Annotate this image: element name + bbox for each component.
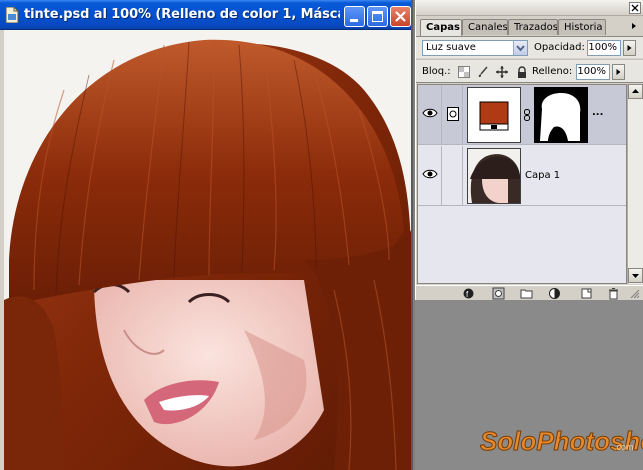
lock-move-icon[interactable] (496, 66, 508, 78)
layer-link-cell[interactable] (443, 85, 463, 145)
close-icon (631, 4, 639, 12)
layer-row-capa-1[interactable]: Capa 1 (418, 146, 626, 206)
fill-input[interactable]: 100% (576, 64, 610, 80)
screen: tinte.psd al 100% (Relleno de color 1, M… (0, 0, 643, 470)
layers-bottom-toolbar: f (416, 285, 643, 300)
layers-scrollbar[interactable] (627, 84, 643, 284)
adjustment-brush-icon (447, 107, 459, 121)
resize-grip-icon[interactable] (630, 289, 640, 299)
eye-icon (422, 169, 438, 179)
close-icon (395, 11, 406, 22)
portrait-image (4, 30, 411, 470)
lock-all-icon[interactable] (516, 66, 528, 78)
watermark-logo: SoloPhotoshop .com (480, 426, 643, 457)
layer-link-cell[interactable] (443, 146, 463, 206)
opacity-input[interactable]: 100% (587, 40, 621, 56)
new-adjustment-layer-icon[interactable] (548, 287, 561, 300)
visibility-toggle[interactable] (418, 146, 442, 206)
document-title: tinte.psd al 100% (Relleno de color 1, M… (24, 7, 340, 22)
trash-icon[interactable] (607, 287, 620, 300)
layer-style-icon[interactable]: f (462, 287, 475, 300)
minimize-icon (350, 19, 358, 22)
lock-label: Bloq.: (422, 66, 451, 77)
arrow-up-icon (632, 89, 639, 93)
maximize-icon (372, 11, 383, 22)
fill-label: Relleno: (532, 66, 573, 77)
new-group-icon[interactable] (520, 287, 533, 300)
fill-slider-button[interactable] (612, 64, 625, 80)
dropdown-button[interactable] (513, 41, 527, 55)
palette-close-button[interactable] (629, 2, 641, 14)
lock-fill-row: Bloq.: Relleno: 100% (416, 59, 643, 83)
image-layer-thumbnail[interactable] (467, 148, 521, 204)
psd-file-icon (5, 7, 19, 23)
color-fill-swatch (479, 101, 509, 131)
scroll-up-button[interactable] (628, 84, 643, 99)
tab-historia[interactable]: Historia (558, 19, 606, 35)
eye-icon (422, 108, 438, 118)
tab-capas[interactable]: Capas (420, 19, 462, 36)
layer-mask-thumbnail[interactable] (534, 87, 588, 143)
minimize-button[interactable] (344, 6, 365, 27)
chevron-down-icon (516, 45, 525, 52)
portrait-thumbnail (468, 149, 520, 203)
opacity-slider-button[interactable] (623, 40, 636, 56)
add-mask-icon[interactable] (492, 287, 505, 300)
lock-transparency-icon[interactable] (458, 66, 470, 78)
document-window: tinte.psd al 100% (Relleno de color 1, M… (0, 0, 413, 470)
layers-palette: Capas Canales Trazados Historia Luz suav… (415, 0, 643, 300)
chain-link-icon[interactable] (524, 109, 530, 121)
document-titlebar[interactable]: tinte.psd al 100% (Relleno de color 1, M… (0, 0, 411, 30)
opacity-label: Opacidad: (534, 42, 585, 53)
mask-image (536, 89, 586, 141)
watermark-suffix: .com (614, 442, 634, 452)
fill-layer-thumbnail[interactable] (467, 87, 521, 143)
new-layer-icon[interactable] (580, 287, 593, 300)
image-canvas[interactable] (4, 30, 411, 470)
chevron-right-icon (627, 45, 632, 51)
lock-brush-icon[interactable] (477, 66, 489, 78)
blend-opacity-row: Luz suave Opacidad: 100% (416, 36, 643, 58)
maximize-button[interactable] (367, 6, 388, 27)
palette-titlebar[interactable] (416, 0, 643, 16)
blend-mode-value: Luz suave (426, 42, 476, 53)
arrow-down-icon (632, 274, 639, 278)
palette-menu-arrow-icon[interactable] (629, 21, 639, 31)
blend-mode-select[interactable]: Luz suave (422, 40, 528, 56)
layers-list: ... Capa 1 (417, 84, 627, 284)
layer-name[interactable]: ... (592, 107, 603, 118)
layer-name[interactable]: Capa 1 (525, 170, 560, 181)
chevron-right-icon (616, 69, 621, 75)
palette-tabs: Capas Canales Trazados Historia (420, 19, 643, 36)
scroll-down-button[interactable] (628, 268, 643, 283)
visibility-toggle[interactable] (418, 85, 442, 145)
close-button[interactable] (390, 6, 411, 27)
tab-canales[interactable]: Canales (462, 19, 508, 35)
tab-trazados[interactable]: Trazados (508, 19, 558, 35)
layer-row-fill[interactable]: ... (418, 85, 626, 145)
